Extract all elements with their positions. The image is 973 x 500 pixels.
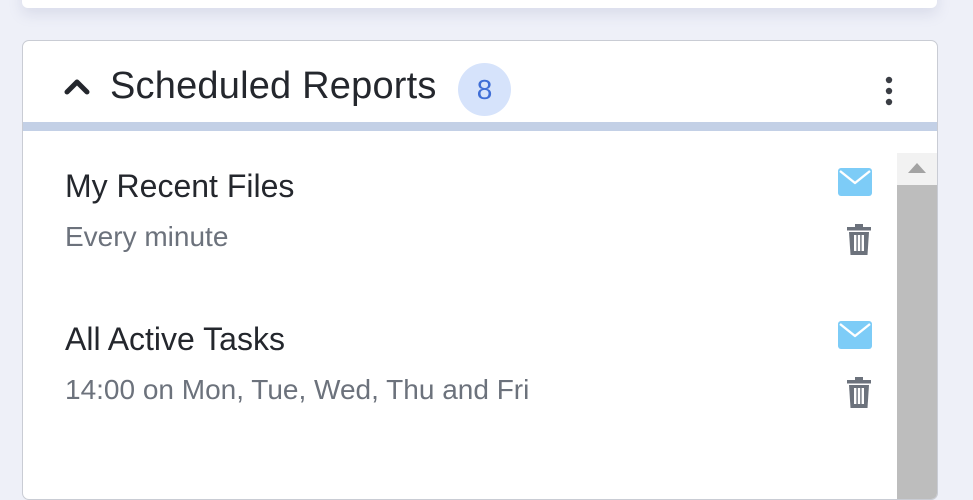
report-list: My Recent Files Every minute All Active …: [23, 140, 896, 499]
list-item[interactable]: All Active Tasks 14:00 on Mon, Tue, Wed,…: [23, 293, 896, 443]
mail-icon[interactable]: [837, 167, 873, 197]
report-name: All Active Tasks: [65, 321, 285, 357]
chevron-up-icon[interactable]: [63, 75, 91, 97]
report-schedule: 14:00 on Mon, Tue, Wed, Thu and Fri: [65, 374, 530, 405]
panel-title: Scheduled Reports: [110, 65, 437, 107]
mail-icon[interactable]: [837, 320, 873, 350]
trash-icon[interactable]: [845, 224, 873, 256]
vertical-scrollbar[interactable]: [897, 153, 937, 499]
previous-panel-card: [22, 0, 937, 8]
panel-header: Scheduled Reports 8: [23, 41, 937, 131]
scrollbar-thumb[interactable]: [897, 185, 937, 499]
report-name: My Recent Files: [65, 168, 295, 204]
more-vertical-icon[interactable]: [875, 75, 903, 107]
report-schedule: Every minute: [65, 221, 229, 252]
list-item[interactable]: My Recent Files Every minute: [23, 140, 896, 290]
trash-icon[interactable]: [845, 377, 873, 409]
scheduled-reports-panel: Scheduled Reports 8 My Recent Files Ever…: [22, 40, 938, 500]
count-badge: 8: [458, 63, 511, 116]
scroll-up-arrow-icon[interactable]: [897, 153, 937, 183]
